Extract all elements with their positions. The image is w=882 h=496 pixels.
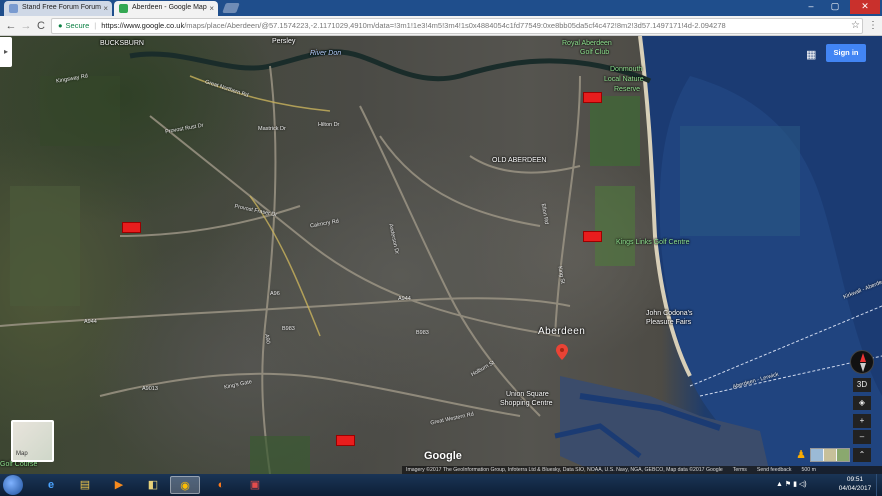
place-label: Donmouth bbox=[610, 66, 643, 73]
road-label: Mastrick Dr bbox=[258, 126, 286, 132]
place-label: Kings Links Golf Centre bbox=[616, 239, 690, 246]
road-label: A944 bbox=[398, 296, 411, 302]
place-label: John Codona's bbox=[646, 310, 693, 317]
close-tab-icon[interactable]: × bbox=[103, 4, 108, 13]
compass-control[interactable] bbox=[850, 350, 874, 374]
my-location-icon[interactable]: ◈ bbox=[853, 396, 871, 410]
scale-label[interactable]: 500 m bbox=[801, 467, 815, 473]
compass-north-icon bbox=[860, 353, 866, 362]
place-label: River Don bbox=[310, 50, 342, 57]
explorer-icon[interactable]: ▤ bbox=[70, 476, 100, 494]
imagery-thumbnails[interactable] bbox=[810, 448, 850, 462]
system-tray[interactable]: ▲ ⚑ ▮ ◁) bbox=[776, 480, 807, 488]
tab-google-maps[interactable]: Aberdeen - Google Map × bbox=[114, 1, 218, 16]
browser-menu-icon[interactable]: ⋮ bbox=[868, 20, 878, 31]
tab-title: Aberdeen - Google Map bbox=[132, 4, 207, 11]
road-label: B983 bbox=[416, 330, 429, 336]
place-label: Local Nature bbox=[604, 76, 644, 83]
chrome-icon[interactable]: ◉ bbox=[170, 476, 200, 494]
road-label: A944 bbox=[84, 319, 97, 325]
place-label: Golf Course bbox=[0, 461, 38, 468]
road-label: A9013 bbox=[142, 386, 158, 392]
clock[interactable]: 09:51 04/04/2017 bbox=[836, 476, 874, 493]
url-host: https://www.google.co.uk bbox=[101, 21, 185, 30]
tab-forum[interactable]: Stand Free Forum Forum × bbox=[4, 1, 112, 16]
close-window-button[interactable]: ✕ bbox=[850, 0, 880, 14]
expand-side-panel-button[interactable]: ▸ bbox=[0, 37, 12, 67]
place-label: Golf Club bbox=[580, 49, 610, 56]
tab-title: Stand Free Forum Forum bbox=[22, 4, 101, 11]
reload-button[interactable]: C bbox=[34, 19, 48, 33]
app-icon[interactable]: ◧ bbox=[138, 476, 168, 494]
attribution-bar: Imagery ©2017 The GeoInformation Group, … bbox=[402, 466, 882, 474]
road-label: Hilton Dr bbox=[318, 122, 340, 128]
media-player-icon[interactable]: ▶ bbox=[104, 476, 134, 494]
road-label: B983 bbox=[282, 326, 295, 332]
forward-button[interactable]: → bbox=[19, 19, 33, 33]
clock-date: 04/04/2017 bbox=[838, 484, 872, 492]
maps-favicon-icon bbox=[119, 4, 128, 13]
map-terrain-layer bbox=[0, 36, 882, 474]
satellite-map[interactable]: BUCKSBURN Persley River Don Royal Aberde… bbox=[0, 36, 882, 474]
compass-south-icon bbox=[860, 363, 866, 372]
clock-time: 09:51 bbox=[846, 476, 864, 483]
url-path: /maps/place/Aberdeen/@57.1574223,-2.1171… bbox=[184, 21, 726, 30]
new-tab-button[interactable] bbox=[222, 3, 240, 13]
thumb-3[interactable] bbox=[837, 449, 849, 461]
road-label: A96 bbox=[270, 291, 280, 297]
expand-imagery-button[interactable]: ⌃ bbox=[853, 448, 871, 462]
secure-label: Secure bbox=[65, 21, 90, 30]
place-label: Pleasure Fairs bbox=[646, 319, 692, 326]
minimize-button[interactable]: – bbox=[800, 0, 822, 14]
tab-bar: Stand Free Forum Forum × Aberdeen - Goog… bbox=[0, 0, 882, 16]
show-desktop-button[interactable] bbox=[876, 474, 882, 496]
place-label: Persley bbox=[272, 38, 296, 45]
red-marker bbox=[336, 435, 355, 446]
pegman-icon[interactable]: ♟ bbox=[794, 448, 808, 464]
thumb-1[interactable] bbox=[811, 449, 823, 461]
red-marker bbox=[122, 222, 141, 233]
windows-taskbar: e ▤ ▶ ◧ ◉ ◐ ▣ ▲ ⚑ ▮ ◁) 09:51 04/04/2017 bbox=[0, 474, 882, 496]
imagery-credit: Imagery ©2017 The GeoInformation Group, … bbox=[406, 467, 723, 473]
bookmark-star-icon[interactable]: ☆ bbox=[851, 19, 860, 33]
place-label: Shopping Centre bbox=[500, 400, 553, 407]
google-logo: Google bbox=[424, 450, 462, 462]
location-pin-icon[interactable] bbox=[556, 344, 568, 360]
place-label: BUCKSBURN bbox=[100, 40, 144, 47]
zoom-out-button[interactable]: – bbox=[853, 430, 871, 444]
terms-link[interactable]: Terms bbox=[733, 467, 747, 473]
minimap-label: Map bbox=[16, 451, 28, 457]
paint-icon[interactable]: ▣ bbox=[240, 476, 270, 494]
map-view-toggle[interactable]: Map bbox=[11, 420, 54, 462]
browser-toolbar: ← → C ● Secure | https://www.google.co.uk/m… bbox=[0, 16, 882, 36]
firefox-icon[interactable]: ◐ bbox=[206, 476, 236, 494]
ie-icon[interactable]: e bbox=[36, 476, 66, 494]
place-label: Union Square bbox=[506, 391, 549, 398]
place-label: Reserve bbox=[614, 86, 641, 93]
send-feedback-link[interactable]: Send feedback bbox=[757, 467, 792, 473]
lock-icon: ● bbox=[58, 21, 63, 30]
place-label: OLD ABERDEEN bbox=[492, 157, 547, 164]
sign-in-button[interactable]: Sign in bbox=[826, 44, 866, 62]
thumb-2[interactable] bbox=[824, 449, 836, 461]
apps-grid-icon[interactable]: ▦ bbox=[806, 48, 816, 61]
forum-favicon-icon bbox=[9, 4, 18, 13]
back-button[interactable]: ← bbox=[4, 19, 18, 33]
tilt-3d-button[interactable]: 3D bbox=[853, 378, 871, 392]
zoom-in-button[interactable]: + bbox=[853, 414, 871, 428]
close-tab-icon[interactable]: × bbox=[209, 4, 214, 13]
maximize-button[interactable]: ▢ bbox=[824, 0, 846, 14]
red-marker bbox=[583, 92, 602, 103]
address-bar[interactable]: ● Secure | https://www.google.co.uk/maps/pl… bbox=[51, 18, 863, 34]
red-marker bbox=[583, 231, 602, 242]
omnibox-separator: | bbox=[94, 21, 97, 30]
city-label: Aberdeen bbox=[538, 326, 586, 337]
start-button[interactable] bbox=[3, 475, 23, 495]
place-label: Royal Aberdeen bbox=[562, 40, 612, 47]
